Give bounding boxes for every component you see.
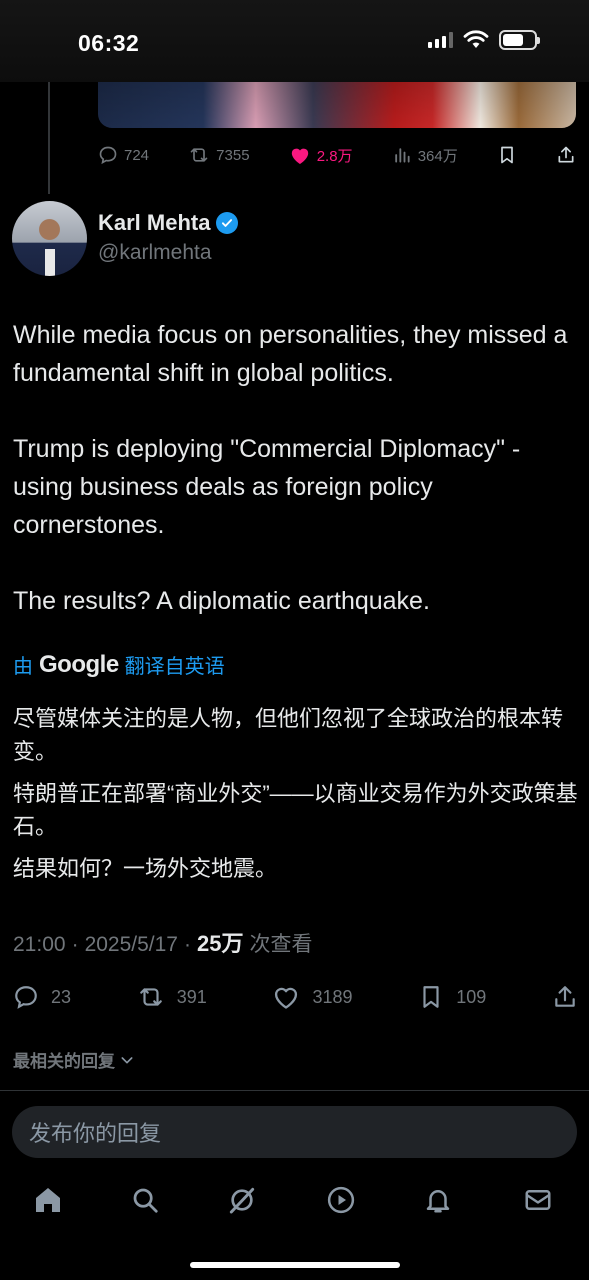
prev-like-count: 2.8万 xyxy=(316,147,353,165)
translation-attribution[interactable]: 由 Google 翻译自英语 xyxy=(13,650,225,679)
translated-text: 尽管媒体关注的是人物，但他们忽视了全球政治的根本转变。 特朗普正在部署“商业外交… xyxy=(13,702,583,894)
status-time: 06:32 xyxy=(78,30,140,56)
prev-retweet-button[interactable]: 7355 xyxy=(188,145,250,165)
tweet-views-count: 25万 xyxy=(197,931,244,956)
share-icon xyxy=(558,146,574,163)
tweet-date[interactable]: 2025/5/17 xyxy=(85,933,178,957)
prev-share-button[interactable] xyxy=(556,144,576,166)
nav-video[interactable] xyxy=(321,1180,361,1220)
bottom-nav xyxy=(0,1180,589,1224)
home-indicator[interactable] xyxy=(190,1262,400,1268)
prev-like-button[interactable]: 2.8万 xyxy=(289,145,353,166)
reply-placeholder: 发布你的回复 xyxy=(29,1121,162,1146)
thread-line xyxy=(48,82,50,194)
prev-views-count: 364万 xyxy=(417,147,458,165)
tweet-paragraph: While media focus on personalities, they… xyxy=(13,321,568,387)
battery-icon xyxy=(499,30,540,50)
reply-count: 23 xyxy=(51,986,72,1007)
reply-input[interactable]: 发布你的回复 xyxy=(12,1106,577,1158)
prev-reply-count: 724 xyxy=(124,146,150,164)
heart-icon xyxy=(275,987,298,1009)
heart-filled-icon xyxy=(291,148,308,165)
status-bar: 06:32 xyxy=(0,0,589,82)
bookmark-icon xyxy=(501,146,513,164)
bookmark-icon xyxy=(423,986,439,1008)
translation-prefix: 由 xyxy=(13,656,33,678)
google-logo: Google xyxy=(39,650,119,678)
tweet-text: While media focus on personalities, they… xyxy=(13,316,583,658)
replies-sort-label: 最相关的回复 xyxy=(13,1052,115,1071)
translated-paragraph: 结果如何？一场外交地震。 xyxy=(13,856,278,881)
nav-messages[interactable] xyxy=(518,1180,558,1220)
status-icons xyxy=(428,30,540,50)
author-handle[interactable]: @karlmehta xyxy=(98,241,212,265)
retweet-count: 391 xyxy=(176,986,207,1007)
search-icon xyxy=(133,1188,158,1213)
author-name: Karl Mehta xyxy=(98,210,211,235)
notifications-icon xyxy=(426,1190,450,1213)
tweet-paragraph: Trump is deploying "Commercial Diplomacy… xyxy=(13,435,521,539)
like-button[interactable]: 3189 xyxy=(272,984,353,1010)
translated-paragraph: 尽管媒体关注的是人物，但他们忽视了全球政治的根本转变。 xyxy=(13,706,564,764)
prev-views-button[interactable]: 364万 xyxy=(392,145,458,166)
grok-icon xyxy=(229,1187,255,1214)
nav-search[interactable] xyxy=(125,1180,165,1220)
reply-button[interactable]: 23 xyxy=(13,984,71,1010)
tweet-meta: 21:00 · 2025/5/17 · 25万 次查看 xyxy=(13,926,312,958)
author-name-row[interactable]: Karl Mehta xyxy=(98,210,239,236)
share-icon xyxy=(555,986,575,1007)
translated-paragraph: 特朗普正在部署“商业外交”——以商业交易作为外交政策基石。 xyxy=(13,781,578,839)
retweet-icon xyxy=(190,148,208,162)
author-avatar[interactable] xyxy=(12,201,87,276)
divider xyxy=(0,1090,589,1091)
chevron-down-icon xyxy=(121,1056,133,1063)
retweet-button[interactable]: 391 xyxy=(137,984,207,1010)
tweet-actions: 23 391 3189 109 xyxy=(13,981,578,1013)
verified-badge-icon xyxy=(216,212,239,234)
replies-sort-dropdown[interactable]: 最相关的回复 xyxy=(13,1047,135,1072)
nav-home[interactable] xyxy=(28,1180,68,1220)
home-icon xyxy=(36,1188,60,1212)
share-button[interactable] xyxy=(552,983,578,1011)
prev-reply-button[interactable]: 724 xyxy=(98,145,149,165)
messages-icon xyxy=(525,1190,551,1210)
tweet-paragraph: The results? A diplomatic earthquake. xyxy=(13,587,430,615)
prev-retweet-count: 7355 xyxy=(216,146,250,164)
signal-icon xyxy=(428,32,453,48)
reply-icon xyxy=(15,986,37,1009)
tweet-views-label: 次查看 xyxy=(249,933,313,956)
previous-tweet-actions: 724 7355 2.8万 364万 xyxy=(98,140,576,170)
nav-grok[interactable] xyxy=(222,1180,262,1220)
video-icon xyxy=(327,1186,355,1214)
nav-notifications[interactable] xyxy=(418,1180,458,1220)
bookmark-count: 109 xyxy=(456,986,487,1007)
views-icon xyxy=(394,148,410,163)
like-count: 3189 xyxy=(312,986,353,1007)
prev-bookmark-button[interactable] xyxy=(497,144,517,166)
tweet-time[interactable]: 21:00 xyxy=(13,933,66,957)
reply-icon xyxy=(99,146,117,165)
translation-suffix: 翻译自英语 xyxy=(124,656,225,678)
bookmark-button[interactable]: 109 xyxy=(418,983,486,1011)
retweet-icon xyxy=(139,988,162,1006)
wifi-icon xyxy=(463,30,489,48)
